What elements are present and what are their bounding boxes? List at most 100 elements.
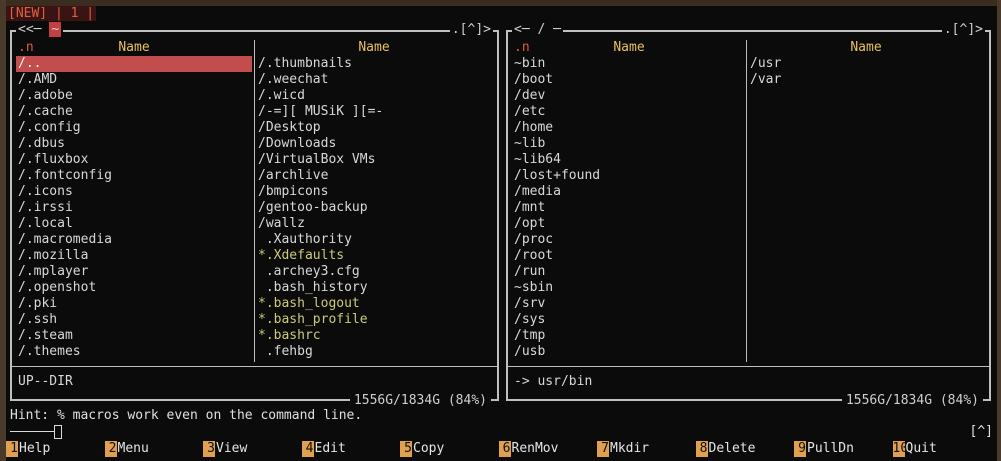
file-entry[interactable]: /.. (16, 56, 252, 72)
fkey-label: Menu (117, 441, 149, 456)
file-entry[interactable]: /.local (16, 216, 252, 232)
left-panel-corner[interactable]: .[^]> (449, 22, 493, 38)
file-entry[interactable]: /.config (16, 120, 252, 136)
panel-divider (12, 366, 497, 367)
file-entry[interactable]: /.AMD (16, 72, 252, 88)
file-entry[interactable]: ~lib (512, 136, 746, 152)
file-entry[interactable]: /.fontconfig (16, 168, 252, 184)
file-entry[interactable]: /.openshot (16, 280, 252, 296)
file-entry[interactable]: /.mozilla (16, 248, 252, 264)
file-entry[interactable]: /archlive (256, 168, 492, 184)
function-key-bar: 1 Help 2 Menu 3 View 4 Edit 5 Copy 6 RenMov 7 Mkdir 8 D… (6, 441, 991, 457)
file-entry[interactable]: *.bash_logout (256, 296, 492, 312)
file-entry[interactable]: .fehbg (256, 344, 492, 360)
sort-indicator[interactable]: .n (18, 40, 34, 56)
fkey-number: 3 (203, 441, 215, 457)
fkey-edit-button[interactable]: 4 Edit (301, 441, 401, 457)
file-entry[interactable]: *.Xdefaults (256, 248, 492, 264)
file-entry[interactable]: /tmp (512, 328, 746, 344)
file-entry[interactable]: /.macromedia (16, 232, 252, 248)
file-entry[interactable]: /-=][ MUSiK ][=- (256, 104, 492, 120)
file-entry[interactable]: /var (748, 72, 984, 88)
right-panel-path[interactable]: <─ / ─ (512, 22, 563, 38)
file-entry[interactable]: /wallz (256, 216, 492, 232)
file-entry[interactable]: /srv (512, 296, 746, 312)
file-entry[interactable]: /.cache (16, 104, 252, 120)
file-entry[interactable]: /VirtualBox VMs (256, 152, 492, 168)
file-entry[interactable]: /root (512, 248, 746, 264)
file-entry[interactable]: /lost+found (512, 168, 746, 184)
file-entry[interactable]: /opt (512, 216, 746, 232)
file-entry[interactable]: *.bash_profile (256, 312, 492, 328)
file-entry[interactable]: /home (512, 120, 746, 136)
fkey-number: 2 (104, 441, 117, 457)
file-entry[interactable]: /.dbus (16, 136, 252, 152)
window-tag[interactable]: [NEW] | 1 | (6, 6, 97, 21)
fkey-mkdir-button[interactable]: 7 Mkdir (597, 441, 696, 457)
file-entry[interactable]: /mnt (512, 200, 746, 216)
left-panel-column-1: .n Name /../.AMD/.adobe/.cache/.config/.… (16, 40, 252, 360)
fkey-label: Help (19, 441, 51, 456)
file-entry[interactable]: /proc (512, 232, 746, 248)
column-header-name: Name (613, 40, 645, 55)
fkey-label: Mkdir (610, 441, 650, 456)
desktop-edge-right (997, 0, 1001, 461)
file-entry[interactable]: /usb (512, 344, 746, 360)
file-entry[interactable]: /media (512, 184, 746, 200)
fkey-number: 6 (498, 441, 511, 457)
fkey-view-button[interactable]: 3 View (203, 441, 302, 457)
fkey-renmov-button[interactable]: 6 RenMov (498, 441, 598, 457)
sort-indicator[interactable]: .n (514, 40, 530, 56)
file-entry[interactable]: .archey3.cfg (256, 264, 492, 280)
left-panel-path[interactable]: <<─ ~ (16, 22, 64, 38)
file-entry[interactable]: .Xauthority (256, 232, 492, 248)
fkey-copy-button[interactable]: 5 Copy (400, 441, 499, 457)
fkey-quit-button[interactable]: 10 Quit (892, 441, 992, 457)
file-entry[interactable]: /run (512, 264, 746, 280)
file-entry[interactable]: ~lib64 (512, 152, 746, 168)
right-panel-corner[interactable]: .[^]> (941, 22, 985, 38)
file-entry[interactable]: ~bin (512, 56, 746, 72)
column-header[interactable]: .n Name (16, 40, 252, 56)
right-panel-column-2: Name /usr/var (748, 40, 984, 360)
file-entry[interactable]: /.wicd (256, 88, 492, 104)
file-entry[interactable]: /bmpicons (256, 184, 492, 200)
file-entry[interactable]: /.mplayer (16, 264, 252, 280)
file-entry[interactable]: /.weechat (256, 72, 492, 88)
file-entry[interactable]: /.pki (16, 296, 252, 312)
file-entry[interactable]: /.icons (16, 184, 252, 200)
file-entry[interactable]: /.ssh (16, 312, 252, 328)
file-entry[interactable]: /gentoo-backup (256, 200, 492, 216)
file-entry[interactable]: /etc (512, 104, 746, 120)
fkey-pulldn-button[interactable]: 9 PullDn (794, 441, 893, 457)
file-entry[interactable]: /.thumbnails (256, 56, 492, 72)
file-entry[interactable]: .bash_history (256, 280, 492, 296)
file-entry[interactable]: /dev (512, 88, 746, 104)
terminal-corner[interactable]: [^] (970, 424, 993, 440)
left-file-panel[interactable]: <<─ ~ .[^]> .n Name /../.AMD/.adobe/.cac… (10, 22, 499, 409)
command-line[interactable] (10, 424, 62, 440)
file-entry[interactable]: /.adobe (16, 88, 252, 104)
file-entry[interactable]: /usr (748, 56, 984, 72)
file-entry[interactable]: /boot (512, 72, 746, 88)
column-header[interactable]: Name (748, 40, 984, 56)
command-cursor[interactable] (54, 424, 62, 439)
fkey-label: Delete (708, 441, 756, 456)
file-entry[interactable]: /Downloads (256, 136, 492, 152)
fkey-help-button[interactable]: 1 Help (6, 441, 105, 457)
right-file-panel[interactable]: <─ / ─ .[^]> .n Name ~bin/boot/dev/etc/h… (506, 22, 991, 409)
fkey-menu-button[interactable]: 2 Menu (104, 441, 204, 457)
column-header[interactable]: .n Name (512, 40, 746, 56)
column-header[interactable]: Name (256, 40, 492, 56)
fkey-delete-button[interactable]: 8 Delete (695, 441, 795, 457)
file-entry[interactable]: /.irssi (16, 200, 252, 216)
right-panel-mini-status: -> usr/bin (514, 374, 593, 389)
file-entry[interactable]: *.bashrc (256, 328, 492, 344)
file-entry[interactable]: /.steam (16, 328, 252, 344)
file-entry[interactable]: ~sbin (512, 280, 746, 296)
file-entry[interactable]: /Desktop (256, 120, 492, 136)
file-entry[interactable]: /.fluxbox (16, 152, 252, 168)
file-entry[interactable]: /.themes (16, 344, 252, 360)
file-entry[interactable]: /sys (512, 312, 746, 328)
fkey-number: 4 (301, 441, 314, 457)
